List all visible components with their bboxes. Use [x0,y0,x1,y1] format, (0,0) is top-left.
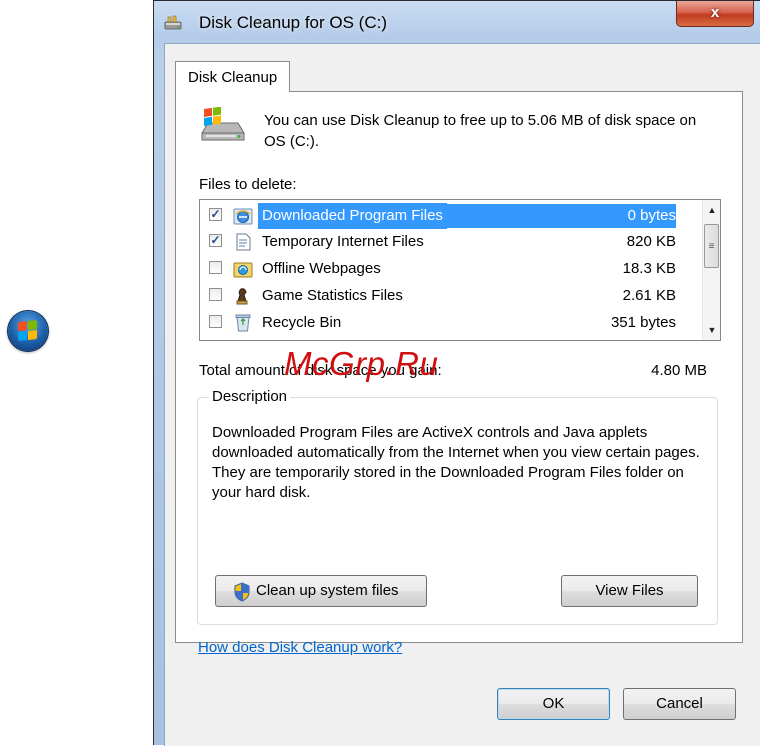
ie-globe-icon [233,208,253,225]
scroll-up-arrow-icon[interactable]: ▲ [706,204,718,216]
tab-disk-cleanup[interactable]: Disk Cleanup [175,61,291,92]
checkbox[interactable]: ✓ [209,234,222,247]
clean-up-system-files-label: Clean up system files [256,582,399,599]
description-title: Description [209,388,291,405]
file-name: Offline Webpages [262,260,381,277]
list-item[interactable]: Offline Webpages 18.3 KB [200,256,700,282]
checkbox[interactable] [209,315,222,328]
checkbox[interactable] [209,261,222,274]
uac-shield-icon [234,582,250,602]
chess-piece-icon [236,288,248,305]
view-files-button[interactable]: View Files [561,575,698,607]
checkbox[interactable] [209,288,222,301]
list-scrollbar[interactable]: ▲ ≡ ▼ [702,200,720,340]
file-size: 351 bytes [610,314,676,331]
disk-cleanup-window: Disk Cleanup for OS (C:) x Disk Cleanup … [153,0,760,746]
list-item[interactable]: Game Statistics Files 2.61 KB [200,283,700,309]
files-to-delete-label: Files to delete: [199,176,297,193]
files-to-delete-list[interactable]: ✓ Downloaded Program Files 0 bytes ✓ Tem… [199,199,721,341]
hard-drive-cleanup-icon [201,107,245,141]
document-icon [236,233,251,251]
scroll-thumb[interactable]: ≡ [704,224,719,268]
tab-panel: You can use Disk Cleanup to free up to 5… [175,91,743,643]
file-name: Downloaded Program Files [258,203,447,229]
windows-start-orb-icon [8,311,48,351]
file-name: Game Statistics Files [262,287,403,304]
window-title: Disk Cleanup for OS (C:) [199,13,387,32]
dialog-client-area: Disk Cleanup You can use Disk Cleanup to… [164,43,760,746]
description-group: Description Downloaded Program Files are… [197,388,718,625]
list-item[interactable]: Recycle Bin 351 bytes [200,310,700,336]
intro-text: You can use Disk Cleanup to free up to 5… [264,112,697,150]
description-text: Downloaded Program Files are ActiveX con… [212,424,700,501]
total-space-value: 4.80 MB [651,362,707,379]
watermark-text: McGrp.Ru [284,345,439,382]
close-button[interactable]: x [676,1,754,27]
list-item[interactable]: ✓ Temporary Internet Files 820 KB [200,229,700,255]
scroll-down-arrow-icon[interactable]: ▼ [706,324,718,336]
file-name: Temporary Internet Files [262,233,424,250]
file-size: 0 bytes [627,207,676,224]
title-bar: Disk Cleanup for OS (C:) x [154,1,760,43]
file-size: 18.3 KB [622,260,676,277]
file-size: 820 KB [626,233,676,250]
file-size: 2.61 KB [622,287,676,304]
recycle-bin-icon [235,314,251,332]
cancel-button[interactable]: Cancel [623,688,736,720]
file-name: Recycle Bin [262,314,342,331]
checkbox[interactable]: ✓ [209,208,222,221]
offline-folder-icon [233,262,253,278]
list-item[interactable]: ✓ Downloaded Program Files 0 bytes [200,203,700,229]
clean-up-system-files-button[interactable]: Clean up system files [215,575,427,607]
help-link[interactable]: How does Disk Cleanup work? [198,639,402,656]
ok-button[interactable]: OK [497,688,610,720]
disk-cleanup-icon [164,15,182,30]
